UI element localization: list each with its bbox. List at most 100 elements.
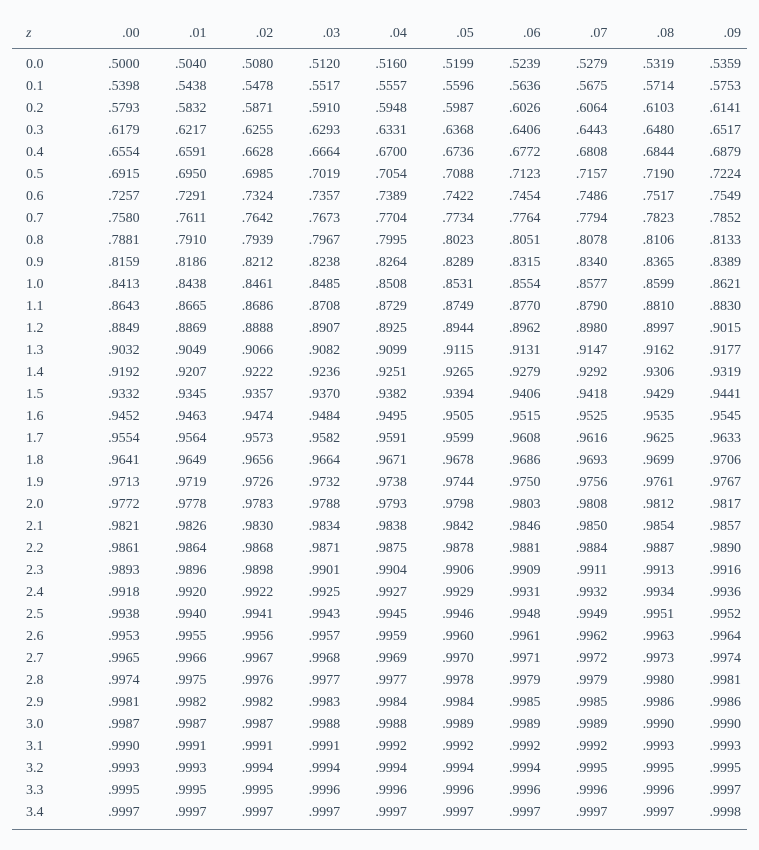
cell: .9306 [613, 362, 680, 384]
row-header: 0.8 [12, 230, 79, 252]
cell: .8770 [480, 296, 547, 318]
cell: .9452 [79, 406, 146, 428]
cell: .9978 [413, 670, 480, 692]
cell: .7257 [79, 186, 146, 208]
col-header: .08 [613, 20, 680, 49]
cell: .5675 [547, 76, 614, 98]
cell: .9871 [279, 538, 346, 560]
table-row: 1.9.9713.9719.9726.9732.9738.9744.9750.9… [12, 472, 747, 494]
cell: .7422 [413, 186, 480, 208]
cell: .9834 [279, 516, 346, 538]
cell: .7995 [346, 230, 413, 252]
cell: .5871 [212, 98, 279, 120]
cell: .9015 [680, 318, 747, 340]
cell: .9996 [413, 780, 480, 802]
cell: .9857 [680, 516, 747, 538]
cell: .9964 [680, 626, 747, 648]
table-row: 2.6.9953.9955.9956.9957.9959.9960.9961.9… [12, 626, 747, 648]
cell: .5478 [212, 76, 279, 98]
row-header: 3.4 [12, 802, 79, 830]
cell: .9955 [146, 626, 213, 648]
cell: .9463 [146, 406, 213, 428]
row-header: 3.0 [12, 714, 79, 736]
cell: .9505 [413, 406, 480, 428]
cell: .7486 [547, 186, 614, 208]
cell: .9887 [613, 538, 680, 560]
cell: .9973 [613, 648, 680, 670]
cell: .9788 [279, 494, 346, 516]
cell: .9994 [279, 758, 346, 780]
cell: .9913 [613, 560, 680, 582]
cell: .9984 [346, 692, 413, 714]
cell: .9901 [279, 560, 346, 582]
cell: .7357 [279, 186, 346, 208]
row-header: 3.2 [12, 758, 79, 780]
cell: .8106 [613, 230, 680, 252]
cell: .5948 [346, 98, 413, 120]
cell: .6217 [146, 120, 213, 142]
z-table: z.00.01.02.03.04.05.06.07.08.09 0.0.5000… [12, 20, 747, 830]
cell: .9989 [547, 714, 614, 736]
cell: .9817 [680, 494, 747, 516]
cell: .5714 [613, 76, 680, 98]
cell: .9974 [680, 648, 747, 670]
table-row: 0.4.6554.6591.6628.6664.6700.6736.6772.6… [12, 142, 747, 164]
cell: .9732 [279, 472, 346, 494]
col-header: .01 [146, 20, 213, 49]
cell: .9948 [480, 604, 547, 626]
cell: .9995 [613, 758, 680, 780]
table-row: 1.4.9192.9207.9222.9236.9251.9265.9279.9… [12, 362, 747, 384]
cell: .9966 [146, 648, 213, 670]
cell: .8686 [212, 296, 279, 318]
cell: .6628 [212, 142, 279, 164]
cell: .5040 [146, 49, 213, 77]
cell: .7642 [212, 208, 279, 230]
table-row: 0.2.5793.5832.5871.5910.5948.5987.6026.6… [12, 98, 747, 120]
cell: .5987 [413, 98, 480, 120]
cell: .9678 [413, 450, 480, 472]
row-header: 1.2 [12, 318, 79, 340]
cell: .9996 [279, 780, 346, 802]
cell: .9987 [146, 714, 213, 736]
row-header: 0.9 [12, 252, 79, 274]
row-header: 2.7 [12, 648, 79, 670]
cell: .9932 [547, 582, 614, 604]
cell: .8531 [413, 274, 480, 296]
cell: .6736 [413, 142, 480, 164]
cell: .5636 [480, 76, 547, 98]
cell: .9977 [279, 670, 346, 692]
cell: .9970 [413, 648, 480, 670]
cell: .9982 [146, 692, 213, 714]
cell: .9957 [279, 626, 346, 648]
cell: .9918 [79, 582, 146, 604]
cell: .9956 [212, 626, 279, 648]
cell: .9441 [680, 384, 747, 406]
cell: .7580 [79, 208, 146, 230]
cell: .9495 [346, 406, 413, 428]
cell: .8708 [279, 296, 346, 318]
cell: .9515 [480, 406, 547, 428]
cell: .9599 [413, 428, 480, 450]
cell: .9945 [346, 604, 413, 626]
cell: .9406 [480, 384, 547, 406]
table-row: 2.0.9772.9778.9783.9788.9793.9798.9803.9… [12, 494, 747, 516]
cell: .9911 [547, 560, 614, 582]
cell: .9996 [547, 780, 614, 802]
cell: .9938 [79, 604, 146, 626]
cell: .9591 [346, 428, 413, 450]
cell: .9484 [279, 406, 346, 428]
cell: .9967 [212, 648, 279, 670]
cell: .8508 [346, 274, 413, 296]
cell: .8621 [680, 274, 747, 296]
cell: .9864 [146, 538, 213, 560]
cell: .9982 [212, 692, 279, 714]
cell: .9207 [146, 362, 213, 384]
cell: .9963 [613, 626, 680, 648]
cell: .9898 [212, 560, 279, 582]
cell: .9981 [79, 692, 146, 714]
table-row: 1.8.9641.9649.9656.9664.9671.9678.9686.9… [12, 450, 747, 472]
cell: .9951 [613, 604, 680, 626]
cell: .9991 [279, 736, 346, 758]
cell: .7967 [279, 230, 346, 252]
cell: .9292 [547, 362, 614, 384]
